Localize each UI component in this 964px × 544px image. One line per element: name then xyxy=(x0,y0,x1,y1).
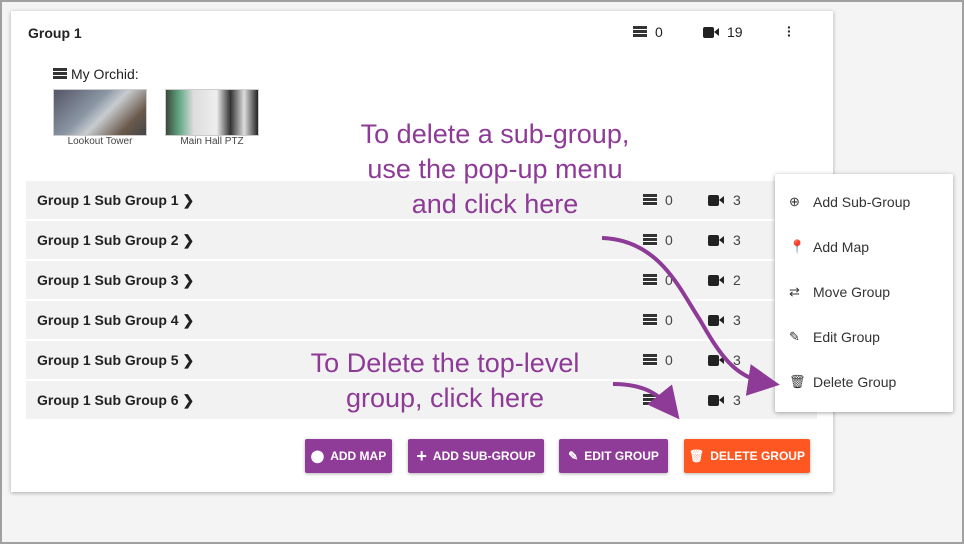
arrow-to-delete-button xyxy=(612,382,680,420)
arrow-to-menu xyxy=(601,236,780,396)
annotation-arrows xyxy=(601,236,780,420)
